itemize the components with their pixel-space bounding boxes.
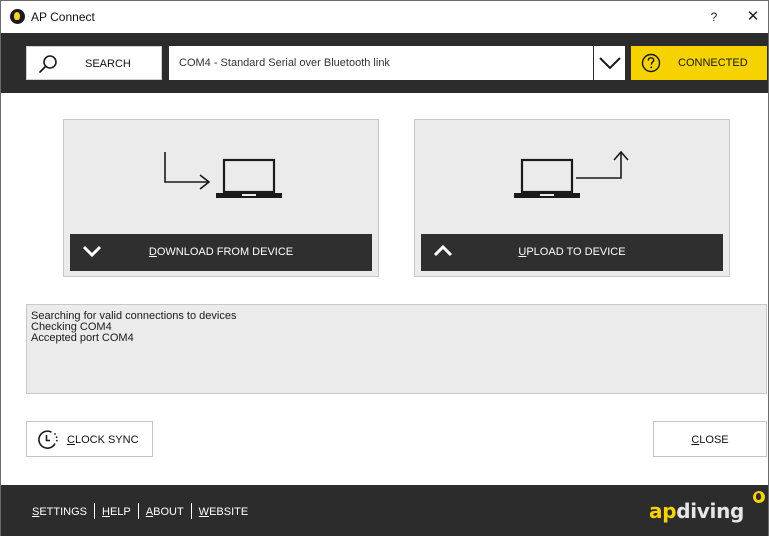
close-button[interactable]: CLOSE <box>653 421 767 457</box>
chevron-down-icon <box>599 57 621 70</box>
footer-link-help[interactable]: HELP <box>102 506 131 518</box>
footer-divider <box>190 503 192 519</box>
window-close-button[interactable]: ✕ <box>742 7 764 27</box>
connection-status-label: CONNECTED <box>678 57 748 69</box>
port-dropdown-toggle[interactable] <box>593 46 625 80</box>
clock-sync-label: CLOCK SYNC <box>67 434 139 446</box>
upload-illustration-icon <box>514 150 629 198</box>
search-label: SEARCH <box>85 58 131 70</box>
search-button[interactable]: SEARCH <box>26 46 162 80</box>
log-line: Searching for valid connections to devic… <box>31 310 237 322</box>
upload-label: UPLOAD TO DEVICE <box>518 246 626 258</box>
download-label: DOWNLOAD FROM DEVICE <box>148 246 294 258</box>
port-select-value: COM4 - Standard Serial over Bluetooth li… <box>179 57 390 69</box>
connection-status-button[interactable]: CONNECTED <box>631 46 767 80</box>
download-illustration-icon <box>164 152 282 198</box>
download-bar[interactable]: DOWNLOAD FROM DEVICE <box>70 234 372 271</box>
footer-divider <box>137 503 139 519</box>
footer-link-about[interactable]: ABOUT <box>146 506 184 518</box>
upload-bar[interactable]: UPLOAD TO DEVICE <box>421 234 723 271</box>
question-circle-icon <box>641 53 661 73</box>
footer-links: SETTINGS HELP ABOUT WEBSITE <box>32 503 248 519</box>
port-select[interactable]: COM4 - Standard Serial over Bluetooth li… <box>169 46 625 80</box>
footer-link-settings[interactable]: SETTINGS <box>32 506 87 518</box>
brand-mark-icon <box>753 491 765 503</box>
footer-divider <box>94 503 96 519</box>
app-logo-icon <box>10 9 25 24</box>
log-line: Checking COM4 <box>31 321 112 333</box>
upload-to-device-card[interactable]: UPLOAD TO DEVICE <box>414 119 730 277</box>
clock-sync-button[interactable]: CLOCK SYNC <box>26 421 153 457</box>
clock-sync-icon <box>38 430 58 449</box>
close-label: CLOSE <box>691 434 729 446</box>
app-window: AP Connect ? ✕ SEARCH COM4 - Standard Se… <box>0 0 769 536</box>
log-line: Accepted port COM4 <box>31 332 134 344</box>
search-icon <box>39 55 57 73</box>
window-title: AP Connect <box>31 10 95 24</box>
download-from-device-card[interactable]: DOWNLOAD FROM DEVICE <box>63 119 379 277</box>
top-toolbar: SEARCH COM4 - Standard Serial over Bluet… <box>1 33 768 93</box>
footer-link-website[interactable]: WEBSITE <box>199 506 249 518</box>
brand-logo: apdiving <box>649 499 745 523</box>
title-bar: AP Connect ? ✕ <box>1 1 768 32</box>
footer-bar: SETTINGS HELP ABOUT WEBSITE apdiving <box>1 485 768 536</box>
help-button[interactable]: ? <box>704 7 724 27</box>
status-log: Searching for valid connections to devic… <box>26 304 767 394</box>
